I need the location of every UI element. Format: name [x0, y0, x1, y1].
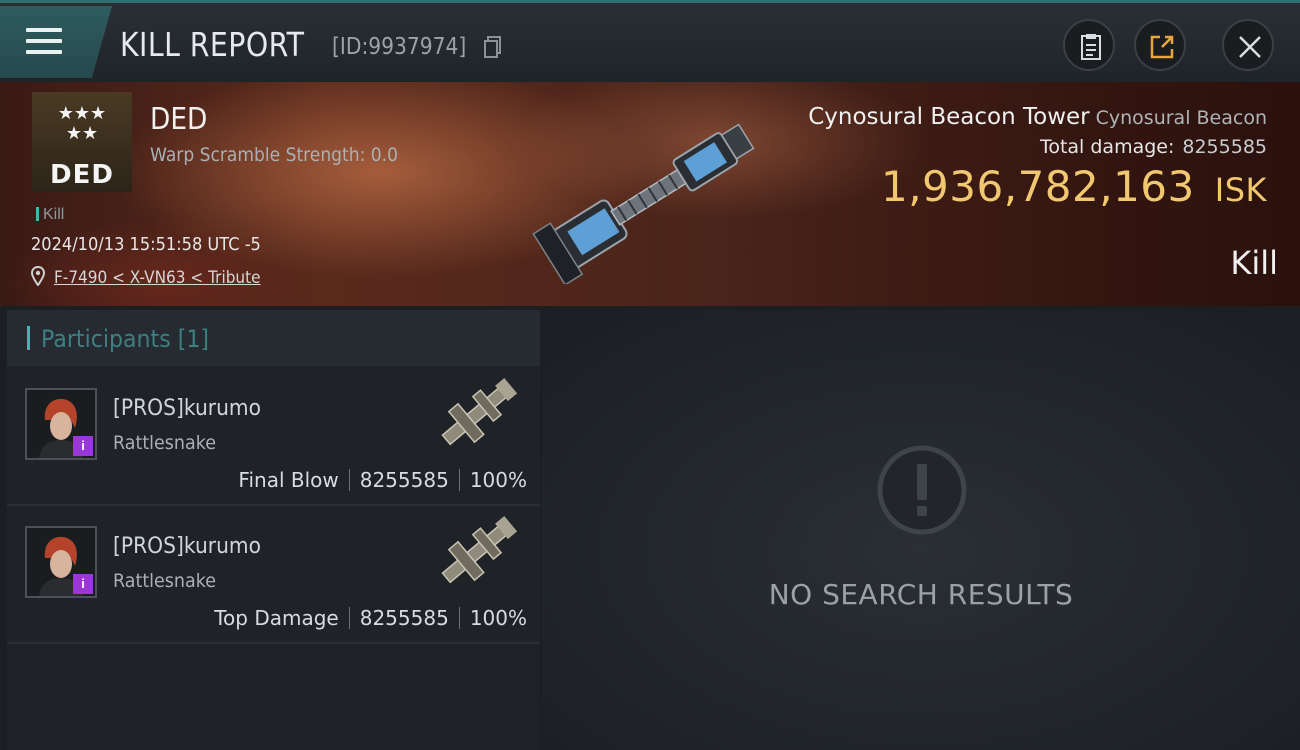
info-badge-icon[interactable]: i [73, 574, 93, 594]
page-title: KILL REPORT [120, 25, 305, 64]
victim-structure-image [532, 123, 755, 284]
structure-name: Cynosural Beacon Tower [808, 104, 1090, 130]
hamburger-icon [26, 28, 62, 54]
participant-damage: 8255585 [359, 468, 449, 492]
close-icon [1239, 36, 1261, 58]
kill-banner: ★★★ ★★ DED DED Warp Scramble Strength: 0.… [0, 82, 1300, 306]
top-bar: KILL REPORT [ID:9937974] [0, 0, 1300, 82]
clipboard-button[interactable] [1063, 19, 1115, 71]
corp-logo-text: DED [50, 160, 114, 190]
detail-panel: NO SEARCH RESULTS [542, 310, 1300, 750]
participants-panel: Participants [1] i [PROS]kurumo Rattlesn… [7, 310, 540, 750]
participant-role: Final Blow [238, 468, 339, 492]
participant-name[interactable]: [PROS]kurumo [113, 534, 261, 559]
kill-timestamp: 2024/10/13 15:51:58 UTC -5 [31, 234, 261, 255]
kill-tag: Kill [36, 206, 64, 224]
corp-logo: ★★★ ★★ DED [32, 92, 132, 192]
participant-damage: 8255585 [359, 606, 449, 630]
warp-scramble-strength: Warp Scramble Strength: 0.0 [150, 144, 398, 166]
participant-name[interactable]: [PROS]kurumo [113, 396, 261, 421]
participant-percent: 100% [469, 606, 527, 630]
total-damage-label: Total damage: [1039, 136, 1175, 158]
copy-icon[interactable] [484, 36, 502, 58]
structure-type: Cynosural Beacon [1095, 107, 1267, 129]
info-badge-icon[interactable]: i [73, 436, 93, 456]
isk-value: 1,936,782,163 [880, 162, 1195, 211]
avatar[interactable]: i [25, 526, 97, 598]
close-button[interactable] [1222, 19, 1274, 71]
exclamation-icon [877, 445, 967, 535]
location-link[interactable]: F-7490 < X-VN63 < Tribute [54, 268, 261, 288]
victim-name: DED [150, 102, 208, 137]
avatar[interactable]: i [25, 388, 97, 460]
empty-state-text: NO SEARCH RESULTS [768, 578, 1074, 611]
total-damage-value: 8255585 [1182, 136, 1267, 158]
location-pin-icon [31, 266, 45, 286]
participant-row[interactable]: i [PROS]kurumo Rattlesnake Top Damage 825… [7, 506, 540, 644]
clipboard-icon [1081, 34, 1101, 60]
participant-ship: Rattlesnake [113, 432, 216, 454]
participant-stats: Final Blow 8255585 100% [238, 468, 527, 492]
kill-summary: Cynosural Beacon Tower Cynosural Beacon T… [808, 104, 1267, 211]
participant-ship: Rattlesnake [113, 570, 216, 592]
isk-unit: ISK [1214, 171, 1267, 209]
participants-header: Participants [1] [7, 310, 540, 366]
ship-icon [441, 516, 518, 584]
participant-percent: 100% [469, 468, 527, 492]
ship-icon [441, 378, 518, 446]
share-icon [1150, 35, 1174, 59]
share-button[interactable] [1134, 19, 1186, 71]
menu-button[interactable] [0, 6, 112, 78]
participant-row[interactable]: i [PROS]kurumo Rattlesnake Final Blow 825… [7, 368, 540, 506]
report-id: [ID:9937974] [332, 34, 467, 60]
participant-role: Top Damage [214, 606, 339, 630]
result-label: Kill [1230, 244, 1278, 282]
participants-title: Participants [1] [41, 325, 210, 353]
participant-stats: Top Damage 8255585 100% [214, 606, 527, 630]
stars-icon: ★★★ ★★ [57, 103, 107, 144]
